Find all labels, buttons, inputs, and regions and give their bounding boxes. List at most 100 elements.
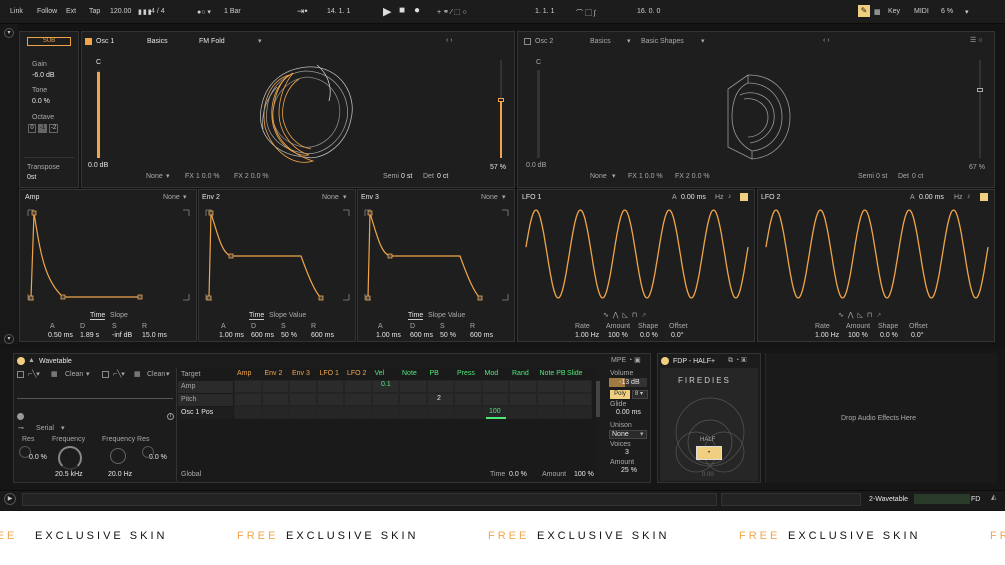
osc1-semi[interactable]: 0 st [401,173,412,180]
lfo-shape-icons[interactable]: ∿ ⋀ ◺ ⊓ ⸕ [603,311,647,320]
env-attack[interactable]: 1.00 ms [376,332,401,339]
device-fold-icon[interactable]: ▲ [28,357,35,364]
matrix-cell[interactable] [509,393,537,406]
env-sustain[interactable]: -inf dB [112,332,132,339]
menu-icon[interactable]: ☰ ○ [970,36,982,44]
osc1-wavetable[interactable]: FM Fold [199,38,225,45]
stop-icon[interactable]: ■ [399,5,405,16]
record-icon[interactable]: ● [414,5,420,16]
chevron-down-icon[interactable]: ▾ [258,37,262,45]
transpose-value[interactable]: 0st [27,174,36,181]
octave-minus2-button[interactable]: -2 [49,124,58,133]
env-attack[interactable]: 0.50 ms [48,332,73,339]
time-signature[interactable]: 4 / 4 [151,8,165,15]
matrix-cell[interactable] [234,406,262,419]
chevron-down-icon[interactable]: ▾ [166,172,170,180]
filter-left-handle[interactable] [17,413,24,420]
env-decay[interactable]: 1.89 s [80,332,99,339]
matrix-cell[interactable] [261,393,289,406]
matrix-cell[interactable] [399,406,427,419]
chevron-down-icon[interactable]: ▾ [86,370,90,378]
fx-knob-value[interactable]: 0.00 [702,472,714,478]
env-release[interactable]: 600 ms [470,332,493,339]
frequency-knob[interactable] [58,446,82,470]
matrix-cell[interactable] [426,380,454,393]
voices-value[interactable]: 3 [625,449,629,456]
osc1-fx2[interactable]: FX 2 0.0 % [234,173,269,180]
matrix-cell[interactable] [234,380,262,393]
keyboard-icon[interactable]: ▦ [874,8,881,16]
matrix-cell[interactable] [289,393,317,406]
ext-button[interactable]: Ext [66,8,76,15]
play-icon[interactable]: ▶ [383,5,391,18]
matrix-cell[interactable] [316,380,344,393]
env-tab-time[interactable]: Time [249,312,265,320]
loop-start-field[interactable]: 1. 1. 1 [535,8,554,15]
lfo1-waveform[interactable] [525,206,749,302]
env3-graph[interactable] [358,190,516,343]
matrix-row-pitch[interactable]: Pitch [178,394,233,406]
retrigger-toggle[interactable] [980,193,988,201]
lfo-shape-icons[interactable]: ∿ ⋀ ◺ ⊓ ⸕ [838,311,882,320]
osc2-wavetable-display[interactable] [718,67,798,167]
lfo-shape[interactable]: 0.0 % [880,332,898,339]
mod-amount[interactable]: 2 [437,395,441,402]
osc1-wavetable-display[interactable] [247,57,367,167]
matrix-scrollbar[interactable] [596,381,600,417]
osc1-fx-mode[interactable]: None [146,173,163,180]
osc2-enable-checkbox[interactable] [524,38,531,45]
osc2-position-handle[interactable] [977,88,983,92]
filter-routing[interactable]: Serial [36,425,54,432]
osc2-level-track[interactable] [537,70,540,158]
env-tab-slope[interactable]: Slope [110,312,128,319]
volume-field[interactable]: -13 dB [609,378,647,387]
info-icon[interactable]: i [167,413,174,420]
matrix-cell[interactable] [454,393,482,406]
mod-amount[interactable]: 0.1 [381,381,391,388]
filter2-enable[interactable] [102,371,109,378]
expand-icon[interactable]: ▾ [4,334,14,344]
osc2-semi[interactable]: 0 st [876,173,887,180]
matrix-cell[interactable] [234,393,262,406]
loop-icons[interactable]: ⌒ ▢ ∫ [576,8,596,18]
matrix-cell[interactable] [564,406,592,419]
mod-amount[interactable]: 100 [489,408,501,415]
sync-note-icon[interactable]: ♪ [967,193,971,200]
matrix-amount[interactable]: 100 % [574,471,594,478]
amp-envelope-graph[interactable] [20,190,198,343]
retrigger-toggle[interactable] [740,193,748,201]
filter1-enable[interactable] [17,371,24,378]
env-tab-time[interactable]: Time [408,312,424,320]
env-sustain[interactable]: 50 % [440,332,456,339]
expand-icon[interactable]: ◭ [991,493,996,501]
track-name[interactable]: 2-Wavetable [869,496,908,503]
unison-select[interactable]: None ▾ [609,430,647,439]
env-tab-slope[interactable]: Slope Value [428,312,465,319]
matrix-cell[interactable] [426,406,454,419]
osc2-fx1[interactable]: FX 1 0.0 % [628,173,663,180]
env-tab-time[interactable]: Time [90,312,106,320]
matrix-cell[interactable] [261,380,289,393]
lfo2-waveform[interactable] [765,206,989,302]
lfo-attack[interactable]: 0.00 ms [919,194,944,201]
chevron-down-icon[interactable]: ▾ [612,172,616,180]
play-clip-icon[interactable]: ▶ [4,493,16,505]
matrix-row-amp[interactable]: Amp [178,381,233,393]
osc2-det[interactable]: 0 ct [912,173,923,180]
lfo-rate[interactable]: 1.00 Hz [575,332,599,339]
matrix-cell[interactable] [289,406,317,419]
lfo-rate[interactable]: 1.00 Hz [815,332,839,339]
matrix-cell[interactable] [564,380,592,393]
osc2-position[interactable]: 67 % [969,164,985,171]
tempo-field[interactable]: 120.00 [110,8,131,15]
osc1-category[interactable]: Basics [147,38,168,45]
half-button[interactable]: • [696,446,722,460]
osc1-position-handle[interactable] [498,98,504,102]
env-tab-slope[interactable]: Slope Value [269,312,306,319]
matrix-cell[interactable] [316,393,344,406]
matrix-cell[interactable] [481,380,509,393]
lfo-offset[interactable]: 0.0° [671,332,684,339]
matrix-cell[interactable] [344,380,372,393]
osc2-fx2[interactable]: FX 2 0.0 % [675,173,710,180]
quantize-menu[interactable]: 1 Bar [224,8,241,15]
